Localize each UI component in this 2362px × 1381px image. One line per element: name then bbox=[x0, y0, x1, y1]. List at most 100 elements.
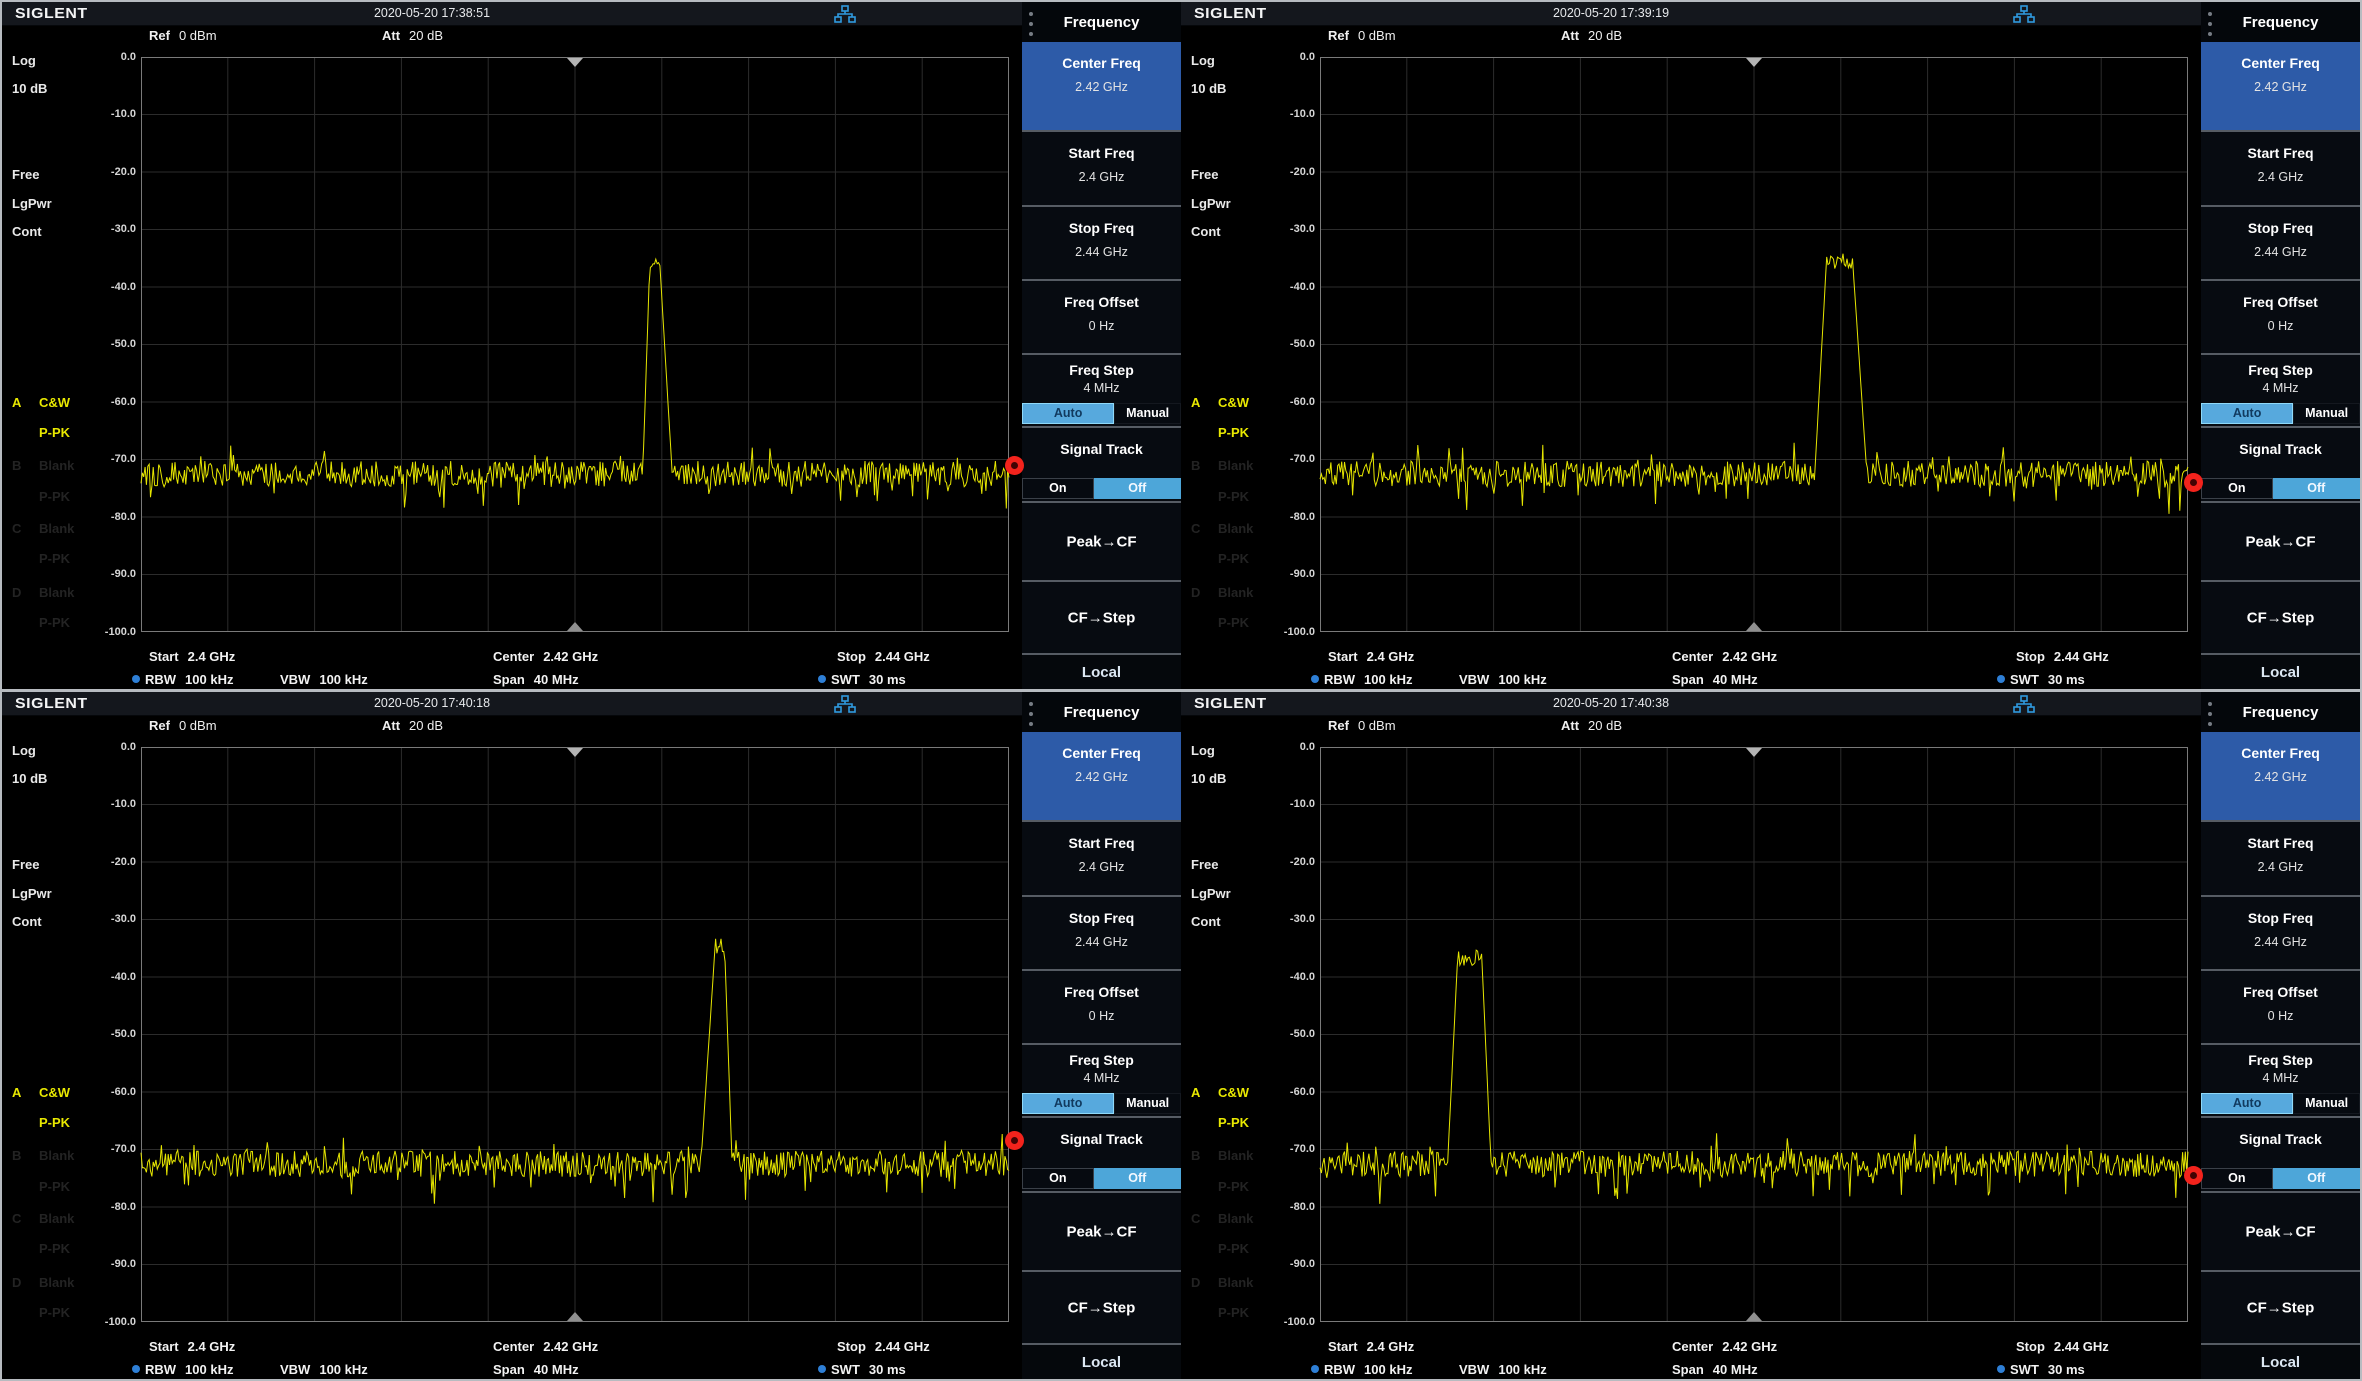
scale-per-div-label: 10 dB bbox=[1191, 80, 1226, 98]
menu-peak-to-cf-button[interactable]: Peak→CF bbox=[1022, 501, 1181, 580]
trace-c-detector: P-PK bbox=[1191, 550, 1249, 567]
menu-freq-step-button[interactable]: Freq Step 4 MHz Auto Manual bbox=[1022, 1043, 1181, 1116]
menu-stop-freq-button[interactable]: Stop Freq 2.44 GHz bbox=[1022, 205, 1181, 279]
menu-stop-freq-button[interactable]: Stop Freq 2.44 GHz bbox=[1022, 895, 1181, 969]
menu-cf-to-step-button[interactable]: CF→Step bbox=[1022, 580, 1181, 653]
signal-track-on-button[interactable]: On bbox=[1022, 478, 1094, 499]
amplitude-scale-label: Log bbox=[12, 52, 36, 70]
rbw-coupled-dot-icon bbox=[1311, 675, 1319, 683]
freq-step-auto-button[interactable]: Auto bbox=[1022, 403, 1114, 424]
knob-position-marker[interactable] bbox=[2184, 473, 2203, 492]
menu-local-button[interactable]: Local bbox=[2201, 1343, 2360, 1379]
freq-step-manual-button[interactable]: Manual bbox=[2293, 403, 2360, 424]
trace-c-row: CBlank bbox=[12, 520, 74, 537]
signal-track-on-button[interactable]: On bbox=[2201, 478, 2273, 499]
freq-step-manual-button[interactable]: Manual bbox=[1114, 1093, 1181, 1114]
footer-span: Span40 MHz bbox=[493, 671, 579, 688]
menu-cf-to-step-button[interactable]: CF→Step bbox=[1022, 1270, 1181, 1343]
knob-position-marker[interactable] bbox=[2184, 1166, 2203, 1185]
sweep-mode-label: Cont bbox=[1191, 913, 1221, 931]
signal-track-off-button[interactable]: Off bbox=[2273, 478, 2360, 499]
lan-network-icon bbox=[2013, 695, 2035, 713]
freq-step-auto-button[interactable]: Auto bbox=[1022, 1093, 1114, 1114]
ref-level: Ref0 dBm bbox=[149, 28, 217, 44]
top-bar: SIGLENT 2020-05-20 17:38:51 bbox=[2, 2, 1022, 26]
menu-signal-track-button[interactable]: Signal Track On Off bbox=[1022, 1116, 1181, 1191]
menu-signal-track-button[interactable]: Signal Track On Off bbox=[2201, 1116, 2360, 1191]
plot-grid bbox=[1320, 747, 2188, 1322]
menu-start-freq-button[interactable]: Start Freq 2.4 GHz bbox=[2201, 820, 2360, 895]
menu-start-freq-button[interactable]: Start Freq 2.4 GHz bbox=[1022, 820, 1181, 895]
freq-step-auto-button[interactable]: Auto bbox=[2201, 1093, 2293, 1114]
menu-signal-track-button[interactable]: Signal Track On Off bbox=[2201, 426, 2360, 501]
menu-start-freq-button[interactable]: Start Freq 2.4 GHz bbox=[2201, 130, 2360, 205]
menu-peak-to-cf-button[interactable]: Peak→CF bbox=[1022, 1191, 1181, 1270]
menu-center-freq-button[interactable]: Center Freq 2.42 GHz bbox=[1022, 732, 1181, 820]
center-freq-top-marker-icon bbox=[1746, 58, 1762, 67]
y-axis-tick-label: -50.0 bbox=[1265, 337, 1315, 352]
signal-track-off-button[interactable]: Off bbox=[1094, 1168, 1181, 1189]
attenuation: Att20 dB bbox=[382, 718, 443, 734]
menu-freq-offset-button[interactable]: Freq Offset 0 Hz bbox=[2201, 279, 2360, 353]
y-axis-tick-label: -60.0 bbox=[86, 1085, 136, 1100]
timestamp: 2020-05-20 17:40:38 bbox=[1181, 696, 2041, 710]
menu-peak-to-cf-button[interactable]: Peak→CF bbox=[2201, 1191, 2360, 1270]
sweep-mode-label: Cont bbox=[12, 223, 42, 241]
footer-swt: SWT30 ms bbox=[1997, 671, 2085, 688]
y-axis-tick-label: -70.0 bbox=[86, 1142, 136, 1157]
menu-start-freq-button[interactable]: Start Freq 2.4 GHz bbox=[1022, 130, 1181, 205]
trigger-mode-label: Free bbox=[1191, 166, 1218, 184]
knob-position-marker[interactable] bbox=[1005, 456, 1024, 475]
spectrum-plot bbox=[1320, 747, 2188, 1322]
power-mode-label: LgPwr bbox=[12, 885, 52, 903]
power-mode-label: LgPwr bbox=[12, 195, 52, 213]
menu-stop-freq-button[interactable]: Stop Freq 2.44 GHz bbox=[2201, 205, 2360, 279]
menu-stop-freq-button[interactable]: Stop Freq 2.44 GHz bbox=[2201, 895, 2360, 969]
menu-freq-step-button[interactable]: Freq Step 4 MHz Auto Manual bbox=[1022, 353, 1181, 426]
ref-att-row: Ref0 dBm Att20 dB bbox=[2, 28, 1022, 44]
freq-step-manual-button[interactable]: Manual bbox=[2293, 1093, 2360, 1114]
spectrum-plot bbox=[1320, 57, 2188, 632]
menu-cf-to-step-button[interactable]: CF→Step bbox=[2201, 1270, 2360, 1343]
four-screen-grid: SIGLENT 2020-05-20 17:38:51 Ref0 dBm Att… bbox=[0, 0, 2362, 1381]
menu-local-button[interactable]: Local bbox=[1022, 653, 1181, 689]
menu-center-freq-button[interactable]: Center Freq 2.42 GHz bbox=[2201, 42, 2360, 130]
scale-per-div-label: 10 dB bbox=[12, 80, 47, 98]
signal-track-on-button[interactable]: On bbox=[2201, 1168, 2273, 1189]
attenuation: Att20 dB bbox=[1561, 28, 1622, 44]
menu-center-freq-button[interactable]: Center Freq 2.42 GHz bbox=[2201, 732, 2360, 820]
plot-grid bbox=[1320, 57, 2188, 632]
menu-signal-track-button[interactable]: Signal Track On Off bbox=[1022, 426, 1181, 501]
freq-step-manual-button[interactable]: Manual bbox=[1114, 403, 1181, 424]
menu-freq-offset-button[interactable]: Freq Offset 0 Hz bbox=[1022, 279, 1181, 353]
menu-freq-offset-button[interactable]: Freq Offset 0 Hz bbox=[2201, 969, 2360, 1043]
menu-cf-to-step-button[interactable]: CF→Step bbox=[2201, 580, 2360, 653]
menu-local-button[interactable]: Local bbox=[2201, 653, 2360, 689]
signal-track-off-button[interactable]: Off bbox=[2273, 1168, 2360, 1189]
center-freq-top-marker-icon bbox=[567, 748, 583, 757]
menu-title: Frequency bbox=[2201, 2, 2360, 42]
menu-title: Frequency bbox=[1022, 692, 1181, 732]
menu-freq-step-button[interactable]: Freq Step 4 MHz Auto Manual bbox=[2201, 1043, 2360, 1116]
freq-step-auto-button[interactable]: Auto bbox=[2201, 403, 2293, 424]
signal-track-on-button[interactable]: On bbox=[1022, 1168, 1094, 1189]
menu-freq-offset-button[interactable]: Freq Offset 0 Hz bbox=[1022, 969, 1181, 1043]
scale-per-div-label: 10 dB bbox=[12, 770, 47, 788]
menu-local-button[interactable]: Local bbox=[1022, 1343, 1181, 1379]
signal-track-off-button[interactable]: Off bbox=[1094, 478, 1181, 499]
analyzer-screen-3: SIGLENT 2020-05-20 17:40:18 Ref0 dBm Att… bbox=[2, 692, 1181, 1379]
plot-grid bbox=[141, 57, 1009, 632]
menu-peak-to-cf-button[interactable]: Peak→CF bbox=[2201, 501, 2360, 580]
timestamp: 2020-05-20 17:40:18 bbox=[2, 696, 862, 710]
menu-title: Frequency bbox=[2201, 692, 2360, 732]
rbw-coupled-dot-icon bbox=[132, 675, 140, 683]
freq-step-auto-manual-toggle: Auto Manual bbox=[2201, 1093, 2360, 1114]
y-axis-tick-label: -50.0 bbox=[1265, 1027, 1315, 1042]
ref-att-row: Ref0 dBm Att20 dB bbox=[1181, 28, 2201, 44]
y-axis-tick-label: -10.0 bbox=[1265, 107, 1315, 122]
ref-att-row: Ref0 dBm Att20 dB bbox=[1181, 718, 2201, 734]
trace-c-detector: P-PK bbox=[12, 1240, 70, 1257]
menu-freq-step-button[interactable]: Freq Step 4 MHz Auto Manual bbox=[2201, 353, 2360, 426]
menu-center-freq-button[interactable]: Center Freq 2.42 GHz bbox=[1022, 42, 1181, 130]
spectrum-plot-svg bbox=[141, 747, 1009, 1322]
